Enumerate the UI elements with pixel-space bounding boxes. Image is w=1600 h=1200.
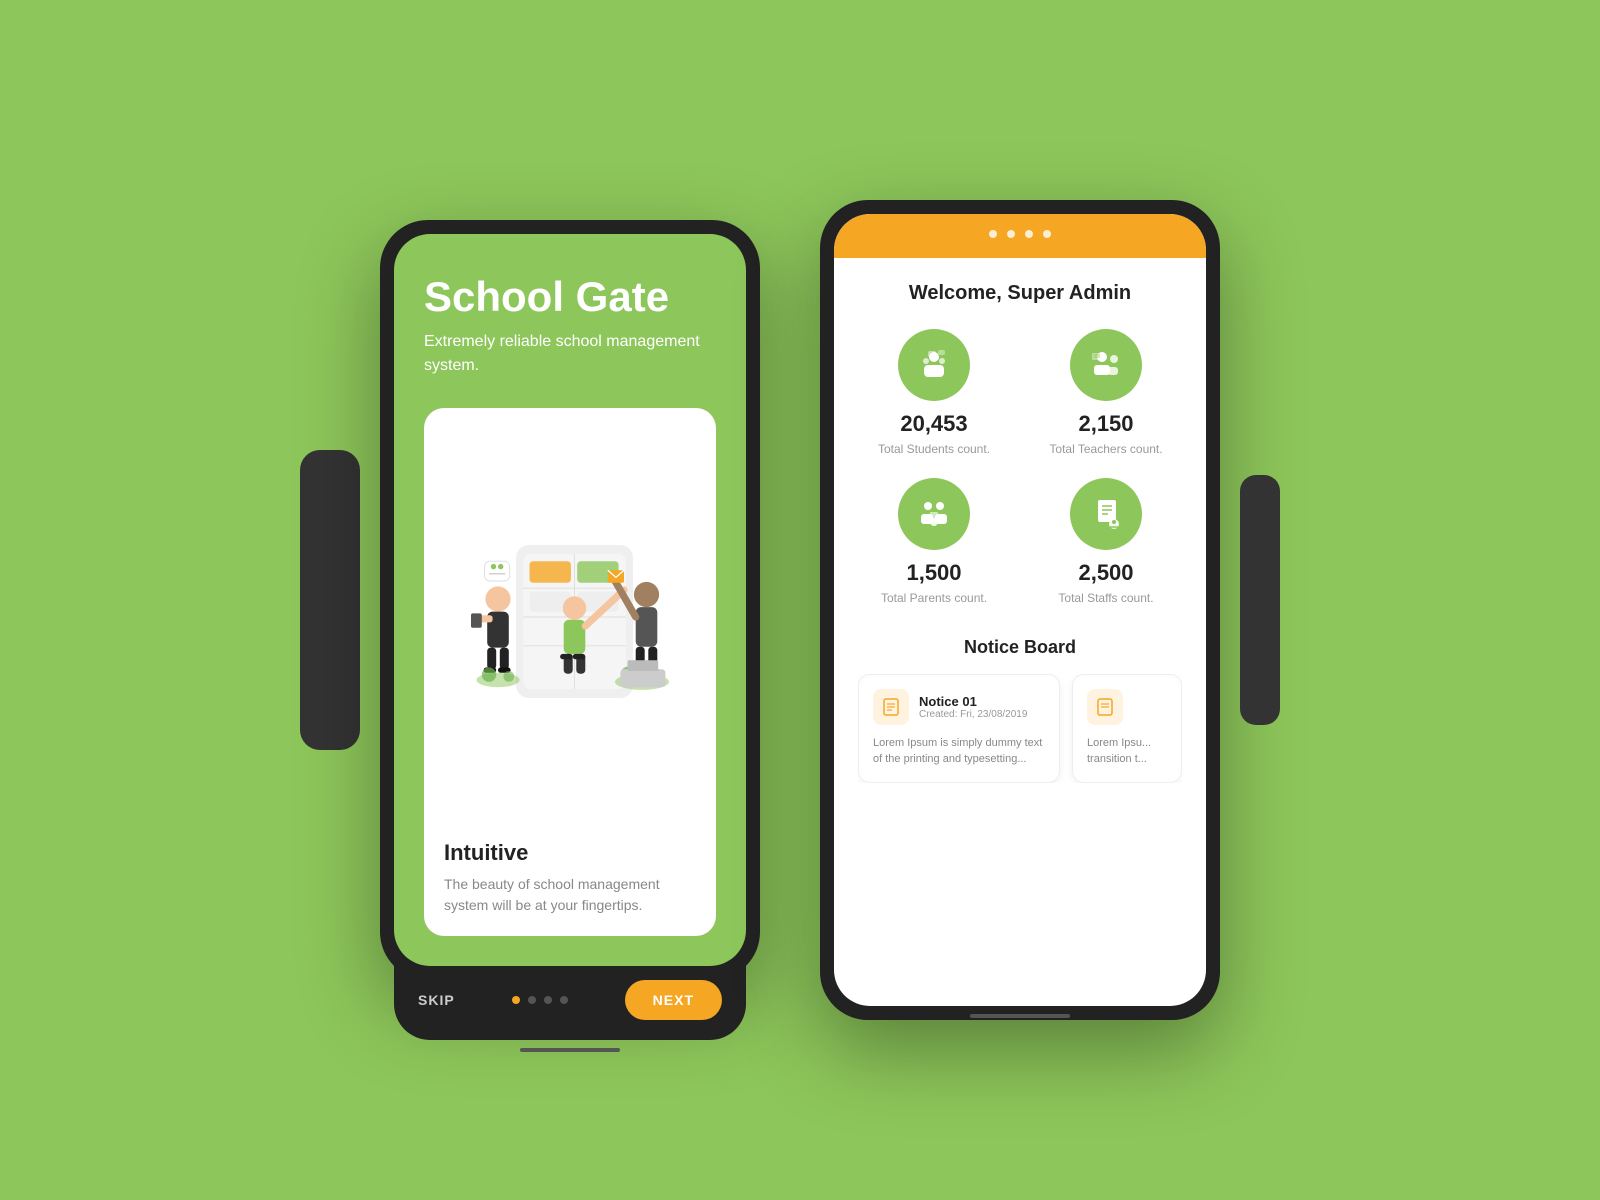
right-home-indicator (970, 1014, 1070, 1018)
notice-1-icon (873, 689, 909, 725)
dashboard-content: Welcome, Super Admin (834, 258, 1206, 1006)
notice-2-text: Lorem Ipsu... transition t... (1087, 735, 1167, 768)
notice-card-2-header (1087, 689, 1167, 725)
stat-parents: 1,500 Total Parents count. (858, 478, 1010, 607)
stats-grid: 20,453 Total Students count. (858, 329, 1182, 607)
students-icon-circle (898, 329, 970, 401)
teachers-count: 2,150 (1078, 411, 1133, 437)
parents-icon (916, 496, 952, 532)
dot-1 (512, 996, 520, 1004)
card-desc: The beauty of school management system w… (444, 874, 696, 916)
stat-students: 20,453 Total Students count. (858, 329, 1010, 458)
side-panel-right (1240, 475, 1280, 725)
app-subtitle: Extremely reliable school management sys… (424, 330, 716, 378)
app-title: School Gate (424, 274, 716, 320)
stat-staffs: 2,500 Total Staffs count. (1030, 478, 1182, 607)
notice-cards: Notice 01 Created: Fri, 23/08/2019 Lorem… (858, 674, 1182, 783)
teachers-icon (1088, 347, 1124, 383)
staffs-icon-circle (1070, 478, 1142, 550)
parents-icon-circle (898, 478, 970, 550)
teachers-label: Total Teachers count. (1049, 441, 1162, 458)
illustration-card: Intuitive The beauty of school managemen… (424, 408, 716, 936)
phone-bottom-bar: SKIP NEXT (394, 966, 746, 1040)
notice-1-info: Notice 01 Created: Fri, 23/08/2019 (919, 694, 1027, 720)
dot-2 (528, 996, 536, 1004)
notice-card-1-header: Notice 01 Created: Fri, 23/08/2019 (873, 689, 1045, 725)
notice-1-text: Lorem Ipsum is simply dummy text of the … (873, 735, 1045, 768)
dot-4 (560, 996, 568, 1004)
teachers-icon-circle (1070, 329, 1142, 401)
navigation-dots (512, 996, 568, 1004)
right-phone-screen: Welcome, Super Admin (834, 214, 1206, 1006)
students-icon (916, 347, 952, 383)
notice-board-icon (881, 697, 901, 717)
top-dot-3 (1025, 230, 1033, 238)
next-button[interactable]: NEXT (625, 980, 722, 1020)
left-phone-screen: School Gate Extremely reliable school ma… (394, 234, 746, 966)
staffs-icon (1088, 496, 1124, 532)
notice-1-name: Notice 01 (919, 694, 1027, 709)
top-dot-2 (1007, 230, 1015, 238)
illustration-svg (444, 516, 696, 736)
students-label: Total Students count. (878, 441, 990, 458)
welcome-title: Welcome, Super Admin (858, 282, 1182, 305)
right-phone: Welcome, Super Admin (820, 200, 1220, 1020)
home-indicator (520, 1048, 620, 1052)
side-panel-left (300, 450, 360, 750)
dot-3 (544, 996, 552, 1004)
parents-label: Total Parents count. (881, 590, 987, 607)
illustration-area (444, 428, 696, 824)
top-dots (854, 230, 1186, 238)
staffs-count: 2,500 (1078, 560, 1133, 586)
notice-2-icon (1087, 689, 1123, 725)
card-title: Intuitive (444, 840, 696, 866)
students-count: 20,453 (900, 411, 967, 437)
notice-1-date: Created: Fri, 23/08/2019 (919, 709, 1027, 720)
top-dot-4 (1043, 230, 1051, 238)
notice-board-icon-2 (1095, 697, 1115, 717)
top-dot-1 (989, 230, 997, 238)
skip-button[interactable]: SKIP (418, 992, 455, 1008)
staffs-label: Total Staffs count. (1058, 590, 1153, 607)
notice-card-2[interactable]: Lorem Ipsu... transition t... (1072, 674, 1182, 783)
stat-teachers: 2,150 Total Teachers count. (1030, 329, 1182, 458)
phones-container: School Gate Extremely reliable school ma… (380, 180, 1220, 1020)
parents-count: 1,500 (906, 560, 961, 586)
left-phone: School Gate Extremely reliable school ma… (380, 220, 760, 980)
top-bar (834, 214, 1206, 258)
notice-board-title: Notice Board (858, 637, 1182, 658)
notice-card-1[interactable]: Notice 01 Created: Fri, 23/08/2019 Lorem… (858, 674, 1060, 783)
